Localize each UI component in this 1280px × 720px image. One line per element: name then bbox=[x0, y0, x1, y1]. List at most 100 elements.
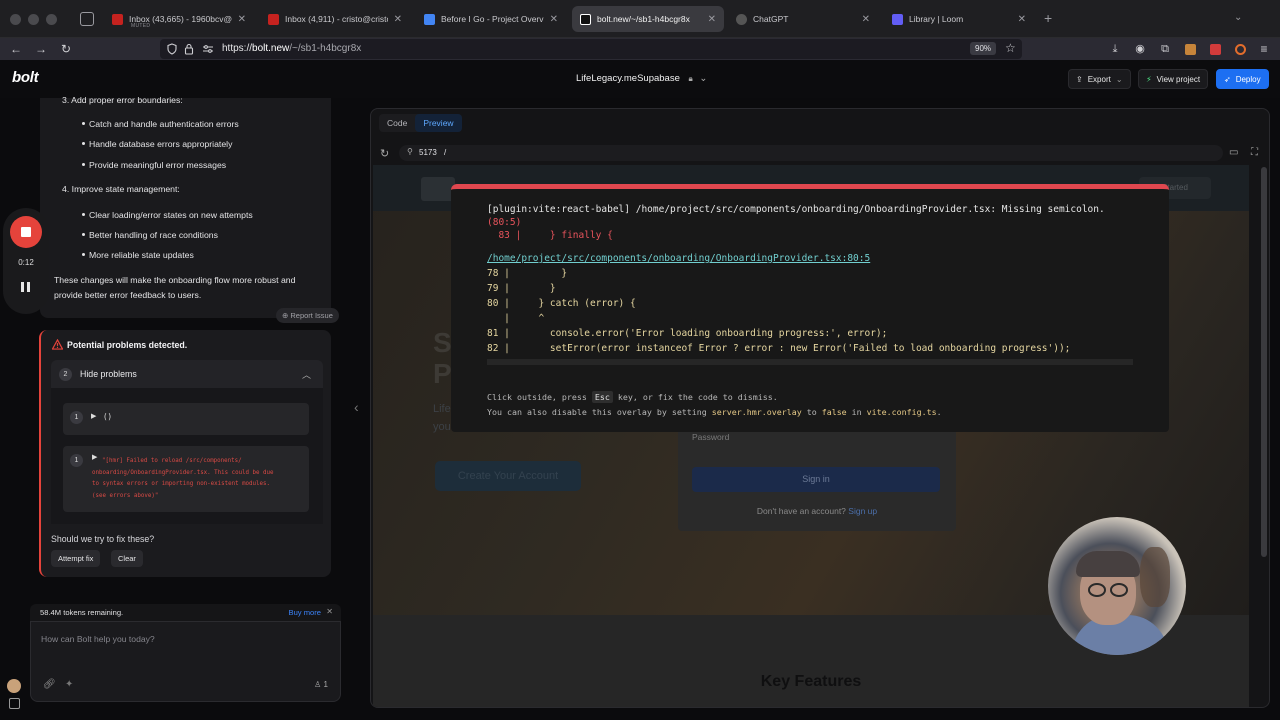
tab-loom[interactable]: Library | Loom ✕ bbox=[884, 6, 1034, 32]
list-item: Provide meaningful error messages bbox=[89, 160, 227, 170]
error-header: [plugin:vite:react-babel] /home/project/… bbox=[487, 204, 1105, 215]
problems-panel: Potential problems detected. 2 Hide prob… bbox=[39, 330, 331, 577]
step-4-heading: 4. Improve state management: bbox=[62, 184, 180, 194]
error-message: /home/project/src/components/onboarding/… bbox=[630, 204, 1105, 215]
tab-chatgpt[interactable]: ChatGPT ✕ bbox=[728, 6, 878, 32]
chevron-down-icon: ⌄ bbox=[1115, 74, 1123, 84]
new-tab-icon[interactable]: + bbox=[1044, 10, 1052, 26]
rocket-icon: ➶ bbox=[1224, 74, 1231, 84]
list-item: Better handling of race conditions bbox=[89, 230, 218, 240]
export-button[interactable]: ⇪ Export ⌄ bbox=[1068, 69, 1131, 89]
problem-count-badge: 2 bbox=[59, 368, 72, 381]
avatar[interactable] bbox=[7, 679, 21, 693]
preview-scrollbar[interactable] bbox=[1261, 167, 1267, 557]
pause-icon[interactable] bbox=[21, 282, 31, 292]
url-host: bolt.new bbox=[252, 43, 290, 54]
problem-item[interactable]: 1 ▶ () bbox=[63, 403, 309, 435]
config-file: vite.config.ts bbox=[866, 407, 937, 417]
close-tab-icon[interactable]: ✕ bbox=[238, 14, 246, 25]
problem-item[interactable]: 1 ▶ "[hmr] Failed to reload /src/compone… bbox=[63, 446, 309, 512]
code-scrollbar[interactable] bbox=[487, 359, 1133, 365]
attach-icon[interactable]: 🔗︎ bbox=[43, 679, 56, 690]
hide-problems-label: Hide problems bbox=[80, 369, 137, 379]
clear-button[interactable]: Clear bbox=[111, 550, 143, 567]
close-tab-icon[interactable]: ✕ bbox=[1018, 14, 1026, 25]
chevron-left-icon[interactable]: ‹ bbox=[354, 399, 359, 415]
report-issue-button[interactable]: ⊕ Report Issue bbox=[276, 308, 339, 323]
tab-code[interactable]: Code bbox=[379, 114, 415, 132]
preview-path: / bbox=[444, 148, 447, 157]
zoom-window-button[interactable] bbox=[46, 14, 57, 25]
tab-gmail-1[interactable]: Inbox (43,665) - 1960bcv@gmail MUTED ✕ bbox=[104, 6, 254, 32]
buy-more-link[interactable]: Buy more bbox=[289, 608, 322, 617]
hero-subtitle: you bbox=[433, 421, 451, 433]
extensions-icon[interactable]: ⧉ bbox=[1158, 42, 1172, 56]
summary-text: These changes will make the onboarding f… bbox=[54, 275, 296, 285]
port-icon: ⚲ bbox=[407, 147, 413, 156]
reload-icon[interactable]: ↻ bbox=[380, 147, 389, 160]
glasses bbox=[1110, 583, 1128, 597]
stop-recording-button[interactable] bbox=[10, 216, 42, 248]
sidebar-icon[interactable] bbox=[9, 698, 20, 709]
attempt-fix-button[interactable]: Attempt fix bbox=[51, 550, 101, 567]
bolt-logo[interactable]: bolt bbox=[12, 69, 39, 86]
tokens-bar: 58.4M tokens remaining. Buy more ✕ bbox=[30, 604, 341, 621]
browser-nav-bar: ← → ↻ https://bolt.new/~/sb1-h4bcgr8x 90… bbox=[0, 38, 1280, 60]
bookmark-star-icon[interactable]: ☆ bbox=[1005, 41, 1016, 55]
close-tab-icon[interactable]: ✕ bbox=[708, 14, 716, 25]
sign-in-button[interactable]: Sign in bbox=[692, 467, 940, 492]
tab-preview[interactable]: Preview bbox=[415, 114, 462, 132]
hide-problems-toggle[interactable]: 2 Hide problems ︿ bbox=[51, 360, 323, 388]
dismiss-tip: Click outside, press Esc key, or fix the… bbox=[487, 391, 778, 403]
sign-up-link[interactable]: Sign up bbox=[848, 506, 877, 516]
code-line: 81 | console.error('Error loading onboar… bbox=[487, 328, 888, 339]
view-project-button[interactable]: ⚡︎ View project bbox=[1138, 69, 1209, 89]
device-icon[interactable]: ▭ bbox=[1229, 147, 1238, 158]
disable-tip: You can also disable this overlay by set… bbox=[487, 407, 942, 417]
forward-icon[interactable]: → bbox=[34, 42, 48, 56]
reload-icon[interactable]: ↻ bbox=[59, 42, 73, 56]
close-icon[interactable]: ✕ bbox=[326, 607, 333, 616]
sidebar-toggle-icon[interactable] bbox=[80, 12, 94, 26]
zoom-badge[interactable]: 90% bbox=[970, 42, 997, 55]
extension-1-icon[interactable] bbox=[1183, 42, 1197, 56]
close-tab-icon[interactable]: ✕ bbox=[862, 14, 870, 25]
problem-error-text: "[hmr] Failed to reload /src/components/… bbox=[92, 456, 278, 502]
download-icon[interactable]: ⤓ bbox=[1108, 42, 1122, 56]
preview-port: 5173 bbox=[419, 148, 437, 157]
fix-question: Should we try to fix these? bbox=[51, 534, 155, 544]
error-file-link[interactable]: /home/project/src/components/onboarding/… bbox=[487, 253, 870, 264]
workbench-tabs: Code Preview bbox=[379, 114, 462, 132]
error-line: to syntax errors or importing non-existe… bbox=[92, 481, 270, 487]
tab-gmail-2[interactable]: Inbox (4,911) - cristo@cristologi ✕ bbox=[260, 6, 410, 32]
report-issue-label: Report Issue bbox=[290, 311, 333, 320]
close-tab-icon[interactable]: ✕ bbox=[394, 14, 402, 25]
account-icon[interactable]: ◉ bbox=[1133, 42, 1147, 56]
problem-count: 1 bbox=[70, 411, 83, 424]
extension-2-icon[interactable] bbox=[1208, 42, 1222, 56]
close-tab-icon[interactable]: ✕ bbox=[550, 14, 558, 25]
extension-3-icon[interactable] bbox=[1233, 42, 1247, 56]
vite-error-overlay[interactable]: [plugin:vite:react-babel] /home/project/… bbox=[451, 184, 1169, 432]
export-label: Export bbox=[1087, 74, 1111, 84]
back-icon[interactable]: ← bbox=[9, 42, 23, 56]
tip-text: key, or fix the code to dismiss. bbox=[612, 392, 778, 402]
fullscreen-icon[interactable]: ⛶ bbox=[1251, 147, 1258, 158]
close-window-button[interactable] bbox=[10, 14, 21, 25]
chat-input[interactable]: How can Bolt help you today? 🔗︎ ✦ ♙ 1 bbox=[30, 621, 341, 702]
tab-google-docs[interactable]: Before I Go - Project Overview ✕ bbox=[416, 6, 566, 32]
hero-heading-line-2: P bbox=[433, 358, 452, 389]
list-item: Clear loading/error states on new attemp… bbox=[89, 210, 253, 220]
enhance-icon[interactable]: ✦ bbox=[65, 679, 73, 690]
chevron-down-icon[interactable]: ⌄ bbox=[1234, 12, 1242, 23]
deploy-button[interactable]: ➶ Deploy bbox=[1216, 69, 1269, 89]
tab-bolt[interactable]: bolt.new/~/sb1-h4bcgr8x ✕ bbox=[572, 6, 724, 32]
menu-icon[interactable]: ≡ bbox=[1257, 42, 1271, 56]
minimize-window-button[interactable] bbox=[28, 14, 39, 25]
address-bar[interactable]: https://bolt.new/~/sb1-h4bcgr8x 90% ☆ bbox=[160, 39, 1022, 59]
create-account-button[interactable]: Create Your Account bbox=[435, 461, 581, 491]
esc-key: Esc bbox=[591, 391, 613, 403]
loom-icon bbox=[892, 13, 903, 25]
project-title[interactable]: LifeLegacy.meSupabase 🔒︎ ⌄ bbox=[576, 73, 707, 84]
preview-address-bar[interactable]: ⚲ 5173 / bbox=[399, 145, 1223, 161]
